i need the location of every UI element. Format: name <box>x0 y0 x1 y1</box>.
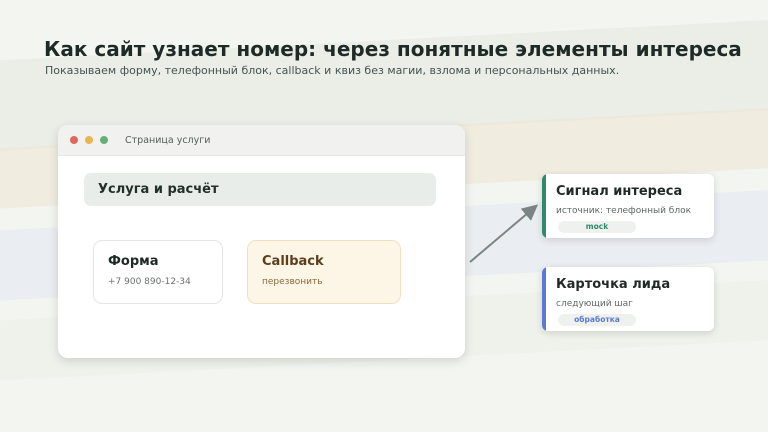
browser-window: Страница услуги Услуга и расчёт Форма +7… <box>58 125 465 358</box>
page-subtitle: Показываем форму, телефонный блок, callb… <box>45 64 620 77</box>
form-block-phone: +7 900 890-12-34 <box>108 277 191 287</box>
signal-card: Сигнал интереса источник: телефонный бло… <box>542 174 714 238</box>
lead-card: Карточка лида следующий шаг обработка <box>542 267 714 331</box>
page-title: Как сайт узнает номер: через понятные эл… <box>44 37 742 61</box>
service-header: Услуга и расчёт <box>84 173 436 206</box>
signal-card-title: Сигнал интереса <box>556 184 683 199</box>
form-block[interactable]: Форма +7 900 890-12-34 <box>93 240 223 304</box>
close-dot-icon[interactable] <box>70 136 78 144</box>
signal-card-subtitle: источник: телефонный блок <box>556 206 692 216</box>
callback-block[interactable]: Callback перезвонить <box>247 240 401 304</box>
lead-badge: обработка <box>558 314 636 326</box>
browser-window-title: Страница услуги <box>125 134 211 146</box>
lead-card-subtitle: следующий шаг <box>556 299 633 309</box>
callback-block-title: Callback <box>262 254 324 269</box>
callback-block-subtitle: перезвонить <box>262 277 323 287</box>
maximize-dot-icon[interactable] <box>100 136 108 144</box>
lead-card-title: Карточка лида <box>556 277 671 292</box>
minimize-dot-icon[interactable] <box>85 136 93 144</box>
browser-title-bar: Страница услуги <box>58 125 465 156</box>
signal-badge: mock <box>558 221 636 233</box>
form-block-title: Форма <box>108 254 159 269</box>
